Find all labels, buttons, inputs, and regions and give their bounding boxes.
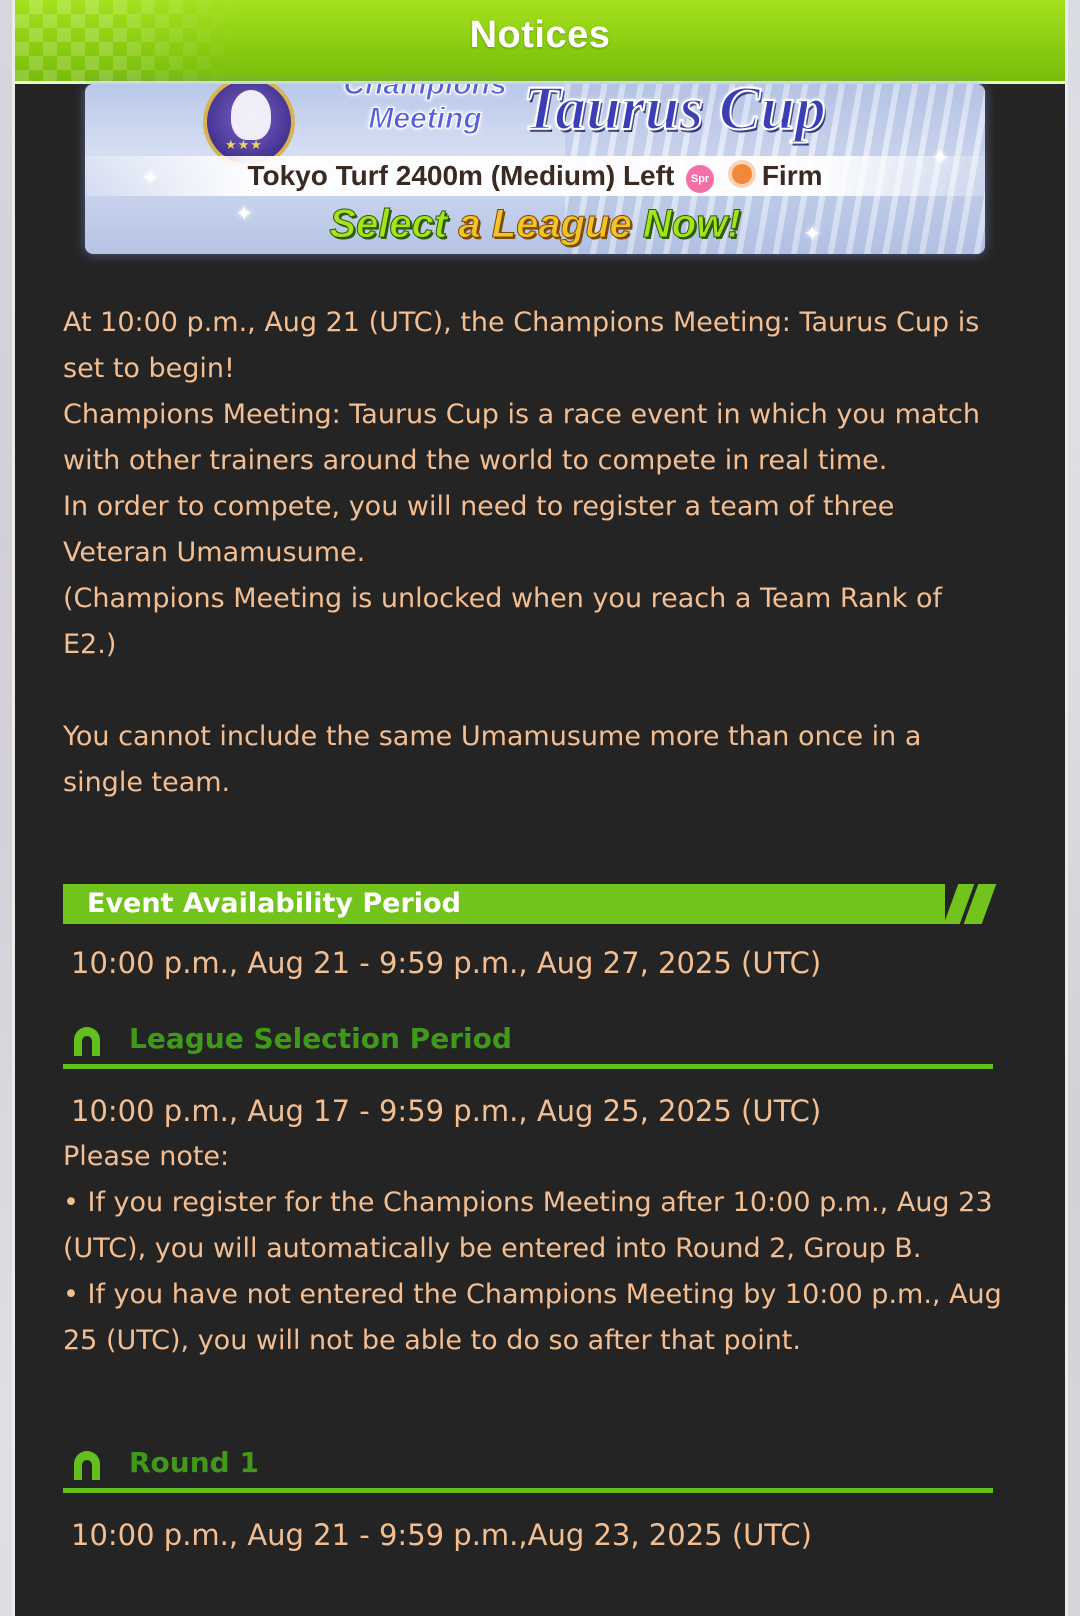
- horseshoe-icon: [74, 1027, 100, 1056]
- league-selection-dates: 10:00 p.m., Aug 17 - 9:59 p.m., Aug 25, …: [71, 1094, 822, 1128]
- round1-label: Round 1: [129, 1446, 259, 1479]
- race-info-text: Tokyo Turf 2400m (Medium) Left: [247, 160, 675, 191]
- horseshoe-icon: [74, 1451, 100, 1480]
- round1-heading: Round 1: [63, 1442, 993, 1493]
- sparkle-icon: ✦: [931, 146, 950, 171]
- ground-condition: Firm: [761, 160, 823, 191]
- title-bar: Notices: [15, 0, 1065, 84]
- note-label: Please note:: [63, 1141, 230, 1172]
- banner-cup-name: Taurus Cup: [522, 84, 827, 144]
- banner-race-info: Tokyo Turf 2400m (Medium) Left Spr Firm: [85, 160, 985, 193]
- banner-call-to-action: Select a League Now!: [85, 202, 985, 247]
- notice-body: At 10:00 p.m., Aug 21 (UTC), the Champio…: [63, 300, 1003, 806]
- sparkle-icon: ✦: [803, 222, 822, 247]
- league-selection-heading: League Selection Period: [63, 1018, 993, 1069]
- sparkle-icon: ✦: [235, 202, 254, 227]
- cta-part-1: Select: [329, 202, 448, 247]
- intro-paragraph: In order to compete, you will need to re…: [63, 491, 895, 568]
- event-period-heading: Event Availability Period: [63, 884, 997, 924]
- page-title: Notices: [469, 14, 611, 56]
- note-item: • If you register for the Champions Meet…: [63, 1187, 993, 1264]
- season-badge: Spr: [686, 165, 715, 193]
- notice-panel: Notices ★★★ Champions Meeting Taurus Cup…: [12, 0, 1068, 1616]
- round1-dates: 10:00 p.m., Aug 21 - 9:59 p.m.,Aug 23, 2…: [71, 1518, 812, 1552]
- banner-meeting-text: Champions Meeting: [343, 84, 507, 136]
- intro-paragraph: At 10:00 p.m., Aug 21 (UTC), the Champio…: [63, 307, 980, 384]
- event-period-dates: 10:00 p.m., Aug 21 - 9:59 p.m., Aug 27, …: [71, 946, 822, 980]
- cta-part-3: Now!: [642, 202, 741, 247]
- league-selection-notes: Please note: • If you register for the C…: [63, 1134, 1003, 1364]
- sparkle-icon: ✦: [141, 166, 160, 191]
- sun-icon: [731, 164, 752, 184]
- intro-paragraph: You cannot include the same Umamusume mo…: [63, 721, 922, 798]
- horse-head-icon: [231, 90, 271, 140]
- event-banner: ★★★ Champions Meeting Taurus Cup Tokyo T…: [85, 84, 985, 254]
- cta-part-2: a League: [458, 202, 632, 247]
- intro-paragraph: (Champions Meeting is unlocked when you …: [63, 583, 942, 660]
- event-period-label: Event Availability Period: [87, 888, 461, 919]
- note-item: • If you have not entered the Champions …: [63, 1279, 1002, 1356]
- intro-paragraph: Champions Meeting: Taurus Cup is a race …: [63, 399, 980, 476]
- stars-icon: ★★★: [225, 138, 263, 153]
- league-selection-label: League Selection Period: [129, 1022, 512, 1055]
